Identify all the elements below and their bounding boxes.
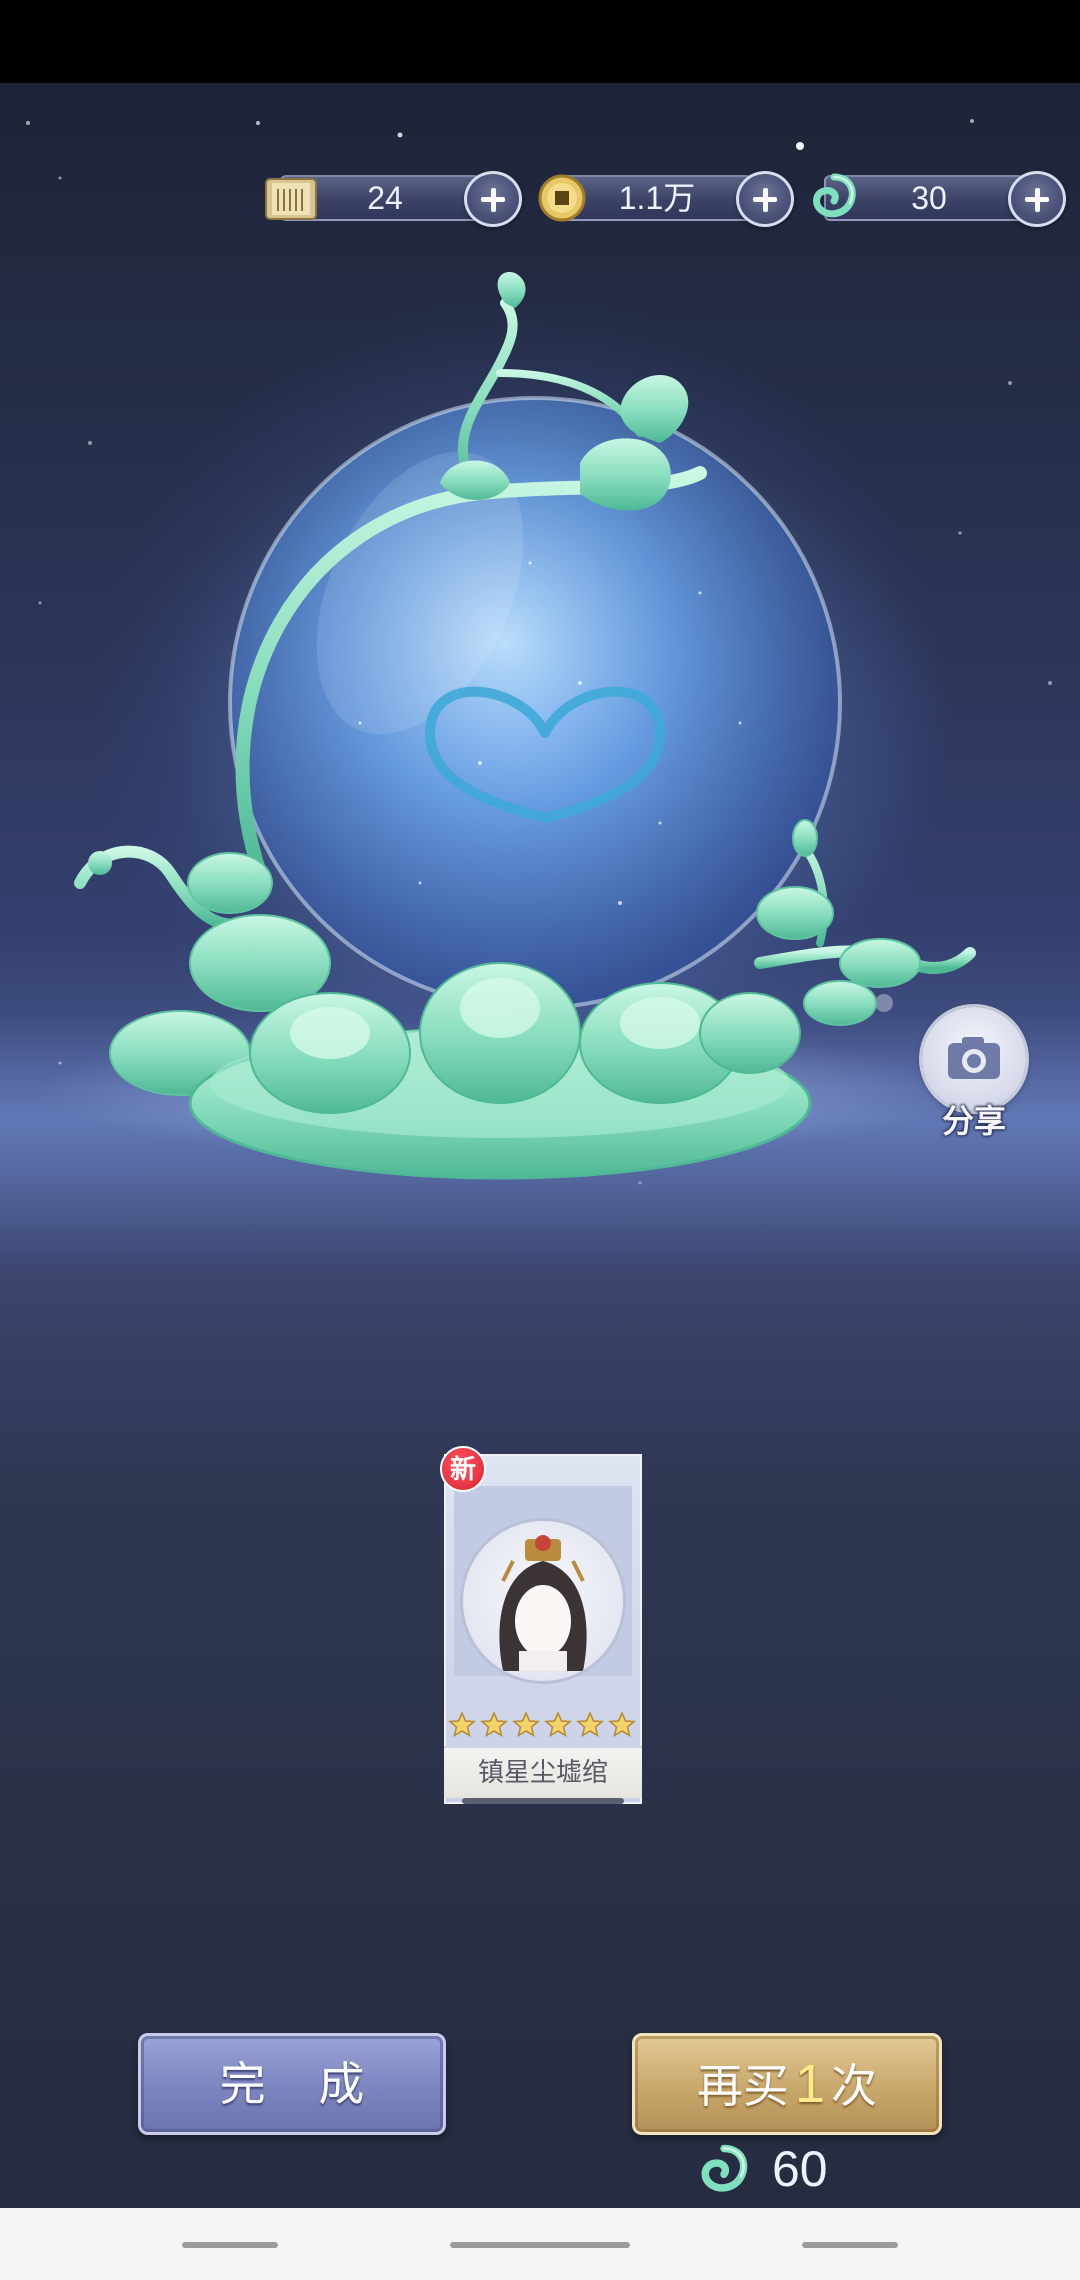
buy-again-button[interactable]: 再买 1 次	[632, 2033, 942, 2135]
jade-swirl-icon	[701, 2144, 748, 2192]
status-bar	[0, 0, 1080, 83]
currency-value: 24	[367, 180, 403, 216]
currency-coin: 1.1万	[534, 171, 802, 227]
gacha-result-scene: 24 1.1万 30 分享 镇星尘墟绾 新 完 成 再买 1 次 60	[0, 83, 1080, 2208]
rarity-stars	[448, 1711, 636, 1738]
buy-again-prefix: 再买	[696, 2060, 789, 2112]
nav-recents-handle[interactable]	[802, 2242, 898, 2248]
coin-icon	[534, 171, 590, 225]
add-coin-button[interactable]	[736, 171, 794, 227]
new-badge: 新	[440, 1446, 486, 1492]
card-bottom-bar	[462, 1798, 624, 1804]
jade-swirl-icon	[806, 171, 862, 225]
system-nav-bar	[0, 2208, 1080, 2280]
nav-back-handle[interactable]	[182, 2242, 278, 2248]
item-card[interactable]: 镇星尘墟绾 新	[440, 1446, 646, 1808]
currency-value: 1.1万	[618, 180, 696, 216]
share-label: 分享	[941, 1103, 1006, 1139]
buy-again-count: 1	[794, 2054, 826, 2114]
currency-value: 30	[911, 180, 947, 216]
buy-again-suffix: 次	[831, 2060, 878, 2112]
currency-scroll: 24	[262, 171, 530, 227]
hairpiece-portrait	[460, 1518, 626, 1684]
item-name: 镇星尘墟绾	[444, 1746, 642, 1798]
scroll-icon	[262, 171, 318, 225]
cost-value: 60	[772, 2141, 828, 2197]
add-scroll-button[interactable]	[464, 171, 522, 227]
lotus-orb-illustration	[74, 272, 976, 1180]
cost-row: 60	[694, 2139, 894, 2199]
screen: 24 1.1万 30 分享 镇星尘墟绾 新 完 成 再买 1 次 60	[0, 0, 1080, 2280]
hairpiece-image	[499, 1535, 587, 1671]
add-jade-button[interactable]	[1008, 171, 1066, 227]
nav-home-handle[interactable]	[450, 2242, 630, 2248]
done-button[interactable]: 完 成	[138, 2033, 446, 2135]
currency-jade: 30	[806, 171, 1074, 227]
